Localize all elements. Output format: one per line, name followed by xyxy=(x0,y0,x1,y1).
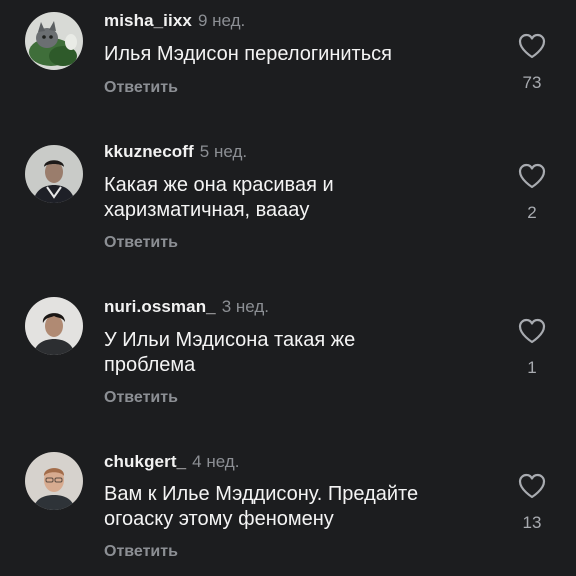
comment-text: Илья Мэдисон перелогиниться xyxy=(104,43,392,65)
comment-meta: nuri.ossman_ 3 нед. xyxy=(104,297,269,317)
reply-button[interactable]: Ответить xyxy=(104,542,178,562)
heart-outline-icon xyxy=(516,473,548,499)
like-count: 1 xyxy=(527,358,537,377)
comment-meta: misha_iixx 9 нед. xyxy=(104,11,245,31)
like-button[interactable]: 1 xyxy=(516,318,548,378)
reply-button[interactable]: Ответить xyxy=(104,233,178,253)
avatar[interactable] xyxy=(25,297,83,355)
comment-meta: kkuznecoff 5 нед. xyxy=(104,142,247,162)
timestamp: 4 нед. xyxy=(192,452,240,471)
username[interactable]: kkuznecoff xyxy=(104,142,194,161)
heart-outline-icon xyxy=(516,33,548,59)
like-count: 13 xyxy=(522,513,542,532)
avatar[interactable] xyxy=(25,12,83,70)
comment-meta: chukgert_ 4 нед. xyxy=(104,452,239,472)
like-button[interactable]: 13 xyxy=(516,473,548,533)
reply-button[interactable]: Ответить xyxy=(104,78,178,98)
like-count: 73 xyxy=(522,73,542,92)
username[interactable]: nuri.ossman_ xyxy=(104,297,216,316)
like-button[interactable]: 73 xyxy=(516,33,548,93)
like-button[interactable]: 2 xyxy=(516,163,548,223)
username[interactable]: misha_iixx xyxy=(104,11,192,30)
like-count: 2 xyxy=(527,203,537,222)
username[interactable]: chukgert_ xyxy=(104,452,186,471)
heart-outline-icon xyxy=(516,318,548,344)
timestamp: 9 нед. xyxy=(197,11,246,30)
comment-text: У Ильи Мэдисона такая же проблема xyxy=(104,329,356,376)
avatar[interactable] xyxy=(25,145,83,203)
timestamp: 5 нед. xyxy=(199,142,248,161)
comment-text: Вам к Илье Мэддисону. Предайте огоаску э… xyxy=(104,483,419,530)
comment-text: Какая же она красивая и харизматичная, в… xyxy=(104,174,334,221)
avatar[interactable] xyxy=(25,452,83,510)
reply-button[interactable]: Ответить xyxy=(104,388,178,408)
heart-outline-icon xyxy=(516,163,548,189)
timestamp: 3 нед. xyxy=(221,297,270,316)
